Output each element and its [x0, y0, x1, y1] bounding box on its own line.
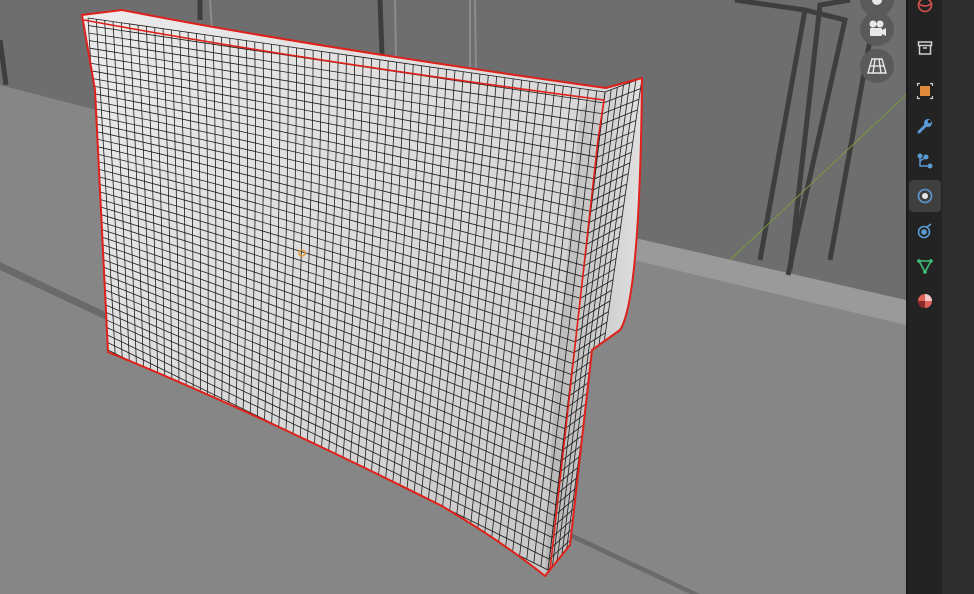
modifier-tab[interactable] [909, 110, 941, 142]
object-tab[interactable] [909, 75, 941, 107]
physics-tab[interactable] [909, 180, 941, 212]
constraints-tab[interactable] [909, 215, 941, 247]
physics-orbit-icon [916, 187, 934, 205]
world-icon [916, 0, 934, 14]
mesh-data-icon [916, 257, 934, 275]
wrench-icon [916, 117, 934, 135]
3d-viewport[interactable] [0, 0, 906, 594]
grid-perspective-icon[interactable] [860, 49, 894, 83]
world-tab[interactable] [909, 0, 941, 21]
constraint-icon [916, 222, 934, 240]
collection-box-icon [916, 39, 934, 57]
particles-icon [916, 152, 934, 170]
particles-tab[interactable] [909, 145, 941, 177]
material-sphere-icon [916, 292, 934, 310]
collection-tab[interactable] [909, 32, 941, 64]
material-tab[interactable] [909, 285, 941, 317]
camera-view-icon[interactable] [860, 12, 894, 46]
viewport-scene [0, 0, 906, 594]
properties-panel[interactable] [942, 0, 974, 594]
data-tab[interactable] [909, 250, 941, 282]
properties-tab-bar [908, 0, 942, 594]
object-square-icon [916, 82, 934, 100]
